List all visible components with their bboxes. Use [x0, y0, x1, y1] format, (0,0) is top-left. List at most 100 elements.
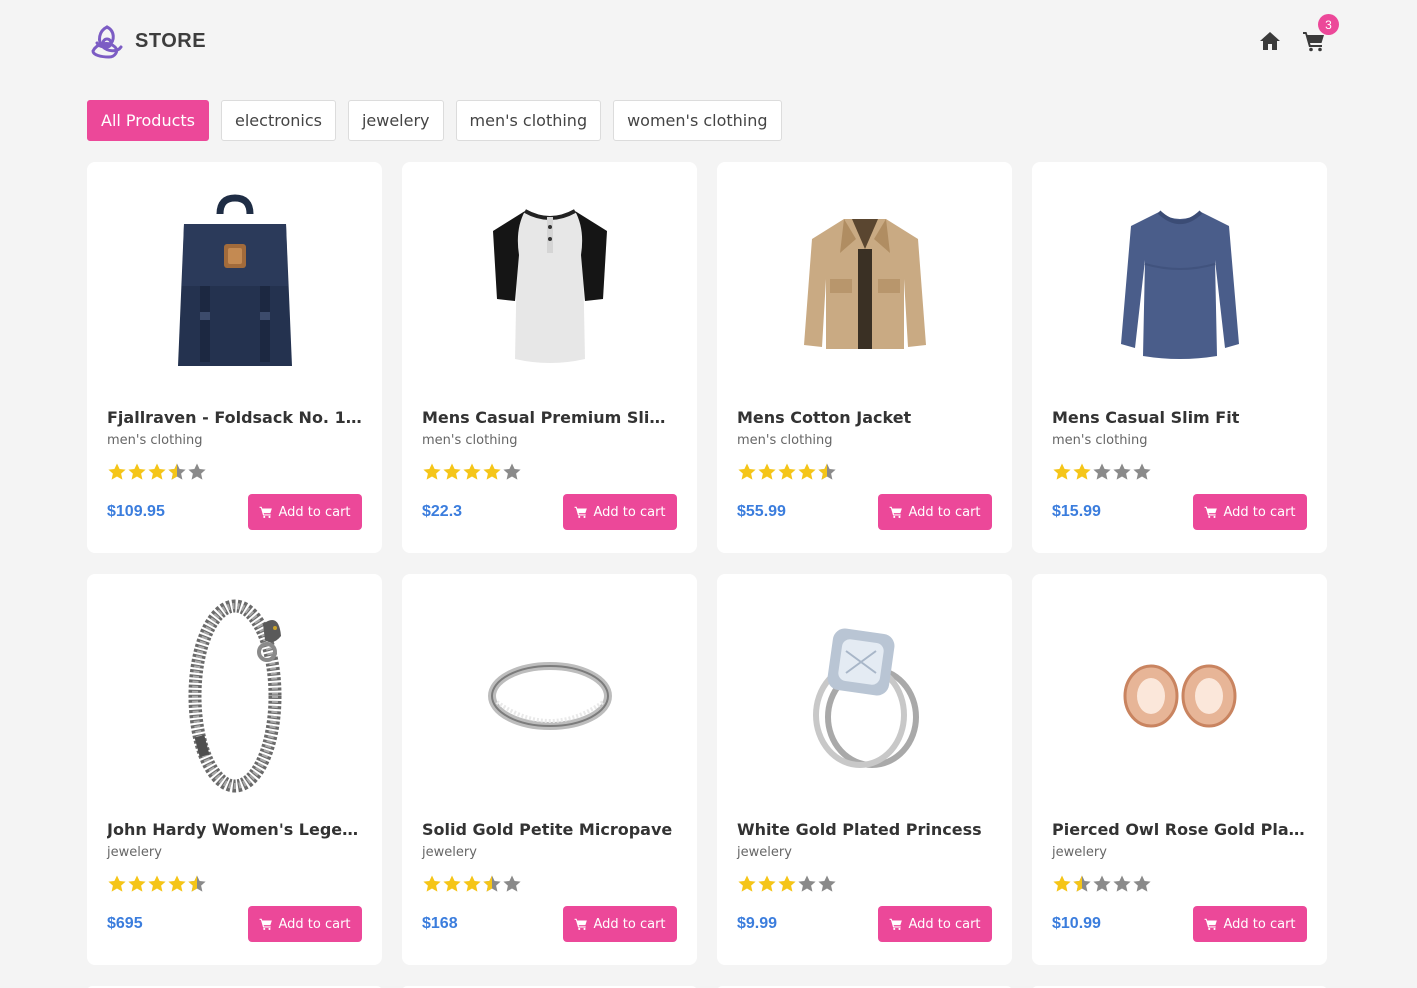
- star-icon: [167, 462, 187, 482]
- star-icon: [147, 462, 167, 482]
- product-image[interactable]: [87, 186, 382, 382]
- star-icon: [1132, 462, 1152, 482]
- filter-womens-clothing[interactable]: women's clothing: [613, 100, 782, 141]
- product-card[interactable]: Solid Gold Petite Micropave jewelery $16…: [402, 574, 697, 965]
- add-to-cart-label: Add to cart: [278, 916, 351, 932]
- product-card[interactable]: Mens Cotton Jacket men's clothing $55.99…: [717, 162, 1012, 553]
- filter-jewelery[interactable]: jewelery: [347, 100, 444, 141]
- product-title[interactable]: John Hardy Women's Legends ...: [107, 820, 365, 839]
- product-image[interactable]: [87, 598, 382, 794]
- star-icon: [187, 874, 207, 894]
- star-icon: [127, 462, 147, 482]
- cart-icon: [890, 918, 903, 931]
- product-rating: [422, 462, 522, 482]
- star-icon: [817, 874, 837, 894]
- category-filters: All Products electronics jewelery men's …: [87, 100, 782, 141]
- product-card[interactable]: John Hardy Women's Legends ... jewelery …: [87, 574, 382, 965]
- star-icon: [462, 462, 482, 482]
- ring-image: [487, 662, 612, 730]
- brand-link[interactable]: STORE: [87, 21, 206, 61]
- product-image[interactable]: [1032, 598, 1327, 794]
- product-card[interactable]: Fjallraven - Foldsack No. 1 Back... men'…: [87, 162, 382, 553]
- star-icon: [147, 874, 167, 894]
- product-rating: [1052, 462, 1152, 482]
- product-title[interactable]: Mens Casual Slim Fit: [1052, 408, 1310, 427]
- bracelet-image: [188, 599, 281, 793]
- home-button[interactable]: [1257, 28, 1283, 54]
- cart-icon: [260, 506, 273, 519]
- add-to-cart-button[interactable]: Add to cart: [563, 494, 677, 530]
- product-title[interactable]: Mens Cotton Jacket: [737, 408, 995, 427]
- product-title[interactable]: Solid Gold Petite Micropave: [422, 820, 680, 839]
- star-icon: [187, 462, 207, 482]
- cart-icon: [1205, 506, 1218, 519]
- cart-icon: [575, 506, 588, 519]
- product-price: $10.99: [1052, 915, 1101, 932]
- product-category: jewelery: [737, 845, 792, 860]
- star-icon: [1072, 874, 1092, 894]
- star-icon: [1052, 462, 1072, 482]
- cart-icon: [1205, 918, 1218, 931]
- cart-icon: [260, 918, 273, 931]
- product-image[interactable]: [717, 186, 1012, 382]
- add-to-cart-label: Add to cart: [593, 504, 666, 520]
- product-title[interactable]: Pierced Owl Rose Gold Plated S...: [1052, 820, 1310, 839]
- star-icon: [462, 874, 482, 894]
- star-icon: [817, 462, 837, 482]
- star-icon: [442, 874, 462, 894]
- add-to-cart-button[interactable]: Add to cart: [248, 906, 362, 942]
- star-icon: [777, 874, 797, 894]
- diamond-ring-image: [812, 628, 919, 768]
- add-to-cart-button[interactable]: Add to cart: [1193, 906, 1307, 942]
- product-title[interactable]: Mens Casual Premium Slim Fit ...: [422, 408, 680, 427]
- product-image[interactable]: [1032, 186, 1327, 382]
- product-grid: Fjallraven - Foldsack No. 1 Back... men'…: [87, 162, 1327, 965]
- product-image[interactable]: [717, 598, 1012, 794]
- cart-icon: [575, 918, 588, 931]
- store-page: STORE 3 All Products electronics jeweler…: [0, 0, 1417, 988]
- product-title[interactable]: Fjallraven - Foldsack No. 1 Back...: [107, 408, 365, 427]
- star-icon: [1112, 874, 1132, 894]
- product-category: men's clothing: [737, 433, 833, 448]
- star-icon: [1112, 462, 1132, 482]
- product-rating: [107, 462, 207, 482]
- product-card[interactable]: Mens Casual Premium Slim Fit ... men's c…: [402, 162, 697, 553]
- star-icon: [1132, 874, 1152, 894]
- add-to-cart-button[interactable]: Add to cart: [878, 906, 992, 942]
- star-icon: [482, 462, 502, 482]
- product-image[interactable]: [402, 186, 697, 382]
- filter-electronics[interactable]: electronics: [221, 100, 336, 141]
- add-to-cart-button[interactable]: Add to cart: [563, 906, 677, 942]
- product-rating: [422, 874, 522, 894]
- filter-mens-clothing[interactable]: men's clothing: [455, 100, 602, 141]
- longsleeve-shirt-image: [1120, 210, 1239, 359]
- top-navbar: STORE 3: [87, 14, 1339, 62]
- add-to-cart-button[interactable]: Add to cart: [878, 494, 992, 530]
- product-title[interactable]: White Gold Plated Princess: [737, 820, 995, 839]
- product-card[interactable]: Pierced Owl Rose Gold Plated S... jewele…: [1032, 574, 1327, 965]
- product-image[interactable]: [402, 598, 697, 794]
- add-to-cart-label: Add to cart: [908, 916, 981, 932]
- product-category: jewelery: [422, 845, 477, 860]
- brand-name: STORE: [135, 29, 207, 52]
- product-category: men's clothing: [422, 433, 518, 448]
- triquetra-logo-icon: [91, 25, 123, 59]
- product-price: $109.95: [107, 503, 165, 520]
- product-category: jewelery: [1052, 845, 1107, 860]
- star-icon: [757, 874, 777, 894]
- backpack-image: [177, 194, 292, 366]
- product-card[interactable]: Mens Casual Slim Fit men's clothing $15.…: [1032, 162, 1327, 553]
- product-rating: [737, 874, 837, 894]
- add-to-cart-button[interactable]: Add to cart: [1193, 494, 1307, 530]
- star-icon: [737, 874, 757, 894]
- product-card[interactable]: White Gold Plated Princess jewelery $9.9…: [717, 574, 1012, 965]
- star-icon: [127, 874, 147, 894]
- product-price: $55.99: [737, 503, 786, 520]
- star-icon: [502, 462, 522, 482]
- add-to-cart-button[interactable]: Add to cart: [248, 494, 362, 530]
- product-price: $9.99: [737, 915, 778, 932]
- star-icon: [482, 874, 502, 894]
- cart-button[interactable]: 3: [1301, 14, 1339, 54]
- filter-all-products[interactable]: All Products: [87, 100, 210, 141]
- star-icon: [422, 874, 442, 894]
